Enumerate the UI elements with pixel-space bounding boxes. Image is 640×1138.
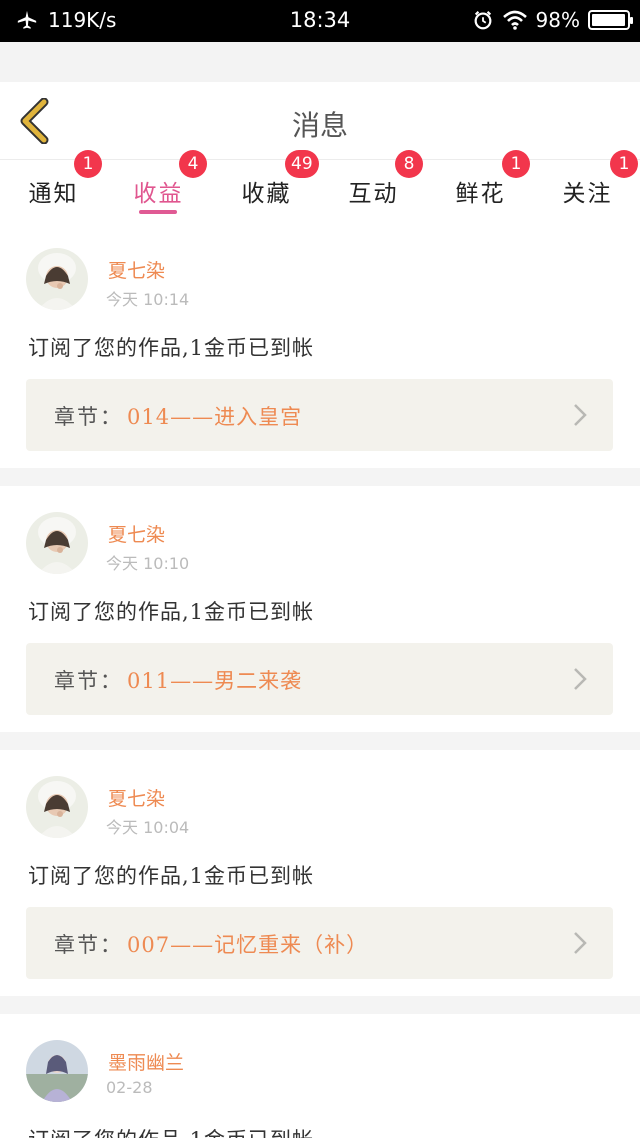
battery-percent: 98% bbox=[535, 8, 580, 32]
chapter-link[interactable]: 章节： 007——记忆重来（补） bbox=[26, 907, 613, 979]
avatar[interactable] bbox=[26, 1040, 88, 1102]
tab-label: 通知 bbox=[28, 181, 79, 207]
user-name[interactable]: 夏七染 bbox=[108, 520, 165, 547]
tab-notice[interactable]: 通知 1 bbox=[0, 150, 107, 230]
chapter-title: 011——男二来袭 bbox=[127, 669, 303, 693]
tab-label: 收藏 bbox=[241, 181, 292, 207]
count-badge: 1 bbox=[502, 150, 530, 178]
tab-label: 关注 bbox=[562, 181, 613, 207]
avatar[interactable] bbox=[26, 776, 88, 838]
tab-follow[interactable]: 关注 1 bbox=[534, 150, 640, 230]
message-text: 订阅了您的作品,1金币已到帐 bbox=[28, 1124, 314, 1138]
message-card: 夏七染 今天 10:14 订阅了您的作品,1金币已到帐 章节： 014——进入皇… bbox=[0, 230, 640, 468]
user-name[interactable]: 夏七染 bbox=[108, 256, 165, 283]
count-badge: 1 bbox=[610, 150, 638, 178]
chapter-prefix: 章节： bbox=[54, 933, 123, 957]
tab-favorites[interactable]: 收藏 49 bbox=[213, 150, 320, 230]
message-text: 订阅了您的作品,1金币已到帐 bbox=[28, 336, 315, 360]
status-bar: 119K/s 18:34 98% bbox=[0, 0, 640, 42]
top-strip bbox=[0, 42, 640, 82]
alarm-icon bbox=[474, 10, 491, 30]
timestamp: 02-28 bbox=[106, 1078, 153, 1097]
tab-bar: 通知 1 收益 4 收藏 49 互动 8 鲜花 1 关注 1 bbox=[0, 150, 640, 230]
timestamp: 今天 10:10 bbox=[106, 554, 190, 573]
tab-label: 收益 bbox=[133, 181, 184, 207]
chapter-link[interactable]: 章节： 014——进入皇宫 bbox=[26, 379, 613, 451]
timestamp: 今天 10:14 bbox=[106, 290, 190, 309]
count-badge: 8 bbox=[395, 150, 423, 178]
avatar[interactable] bbox=[26, 248, 88, 310]
tab-flowers[interactable]: 鲜花 1 bbox=[427, 150, 534, 230]
chapter-prefix: 章节： bbox=[54, 405, 123, 429]
tab-label: 互动 bbox=[348, 181, 399, 207]
user-name[interactable]: 夏七染 bbox=[108, 784, 165, 811]
chapter-link[interactable]: 章节： 011——男二来袭 bbox=[26, 643, 613, 715]
battery-icon bbox=[588, 10, 633, 30]
chapter-title: 007——记忆重来（补） bbox=[127, 933, 369, 957]
active-tab-indicator bbox=[139, 210, 177, 214]
tab-earnings[interactable]: 收益 4 bbox=[105, 150, 212, 230]
avatar[interactable] bbox=[26, 512, 88, 574]
count-badge: 1 bbox=[74, 150, 102, 178]
chevron-right-icon bbox=[574, 404, 587, 426]
user-name[interactable]: 墨雨幽兰 bbox=[108, 1048, 184, 1075]
chapter-title: 014——进入皇宫 bbox=[127, 405, 303, 429]
tab-interaction[interactable]: 互动 8 bbox=[320, 150, 427, 230]
wifi-icon bbox=[502, 10, 527, 30]
message-card: 夏七染 今天 10:04 订阅了您的作品,1金币已到帐 章节： 007——记忆重… bbox=[0, 750, 640, 996]
message-card: 夏七染 今天 10:10 订阅了您的作品,1金币已到帐 章节： 011——男二来… bbox=[0, 486, 640, 732]
header: 消息 bbox=[0, 82, 640, 160]
chevron-right-icon bbox=[574, 932, 587, 954]
tab-label: 鲜花 bbox=[455, 181, 506, 207]
timestamp: 今天 10:04 bbox=[106, 818, 190, 837]
chapter-prefix: 章节： bbox=[54, 669, 123, 693]
message-text: 订阅了您的作品,1金币已到帐 bbox=[28, 600, 315, 624]
count-badge: 4 bbox=[179, 150, 207, 178]
message-text: 订阅了您的作品,1金币已到帐 bbox=[28, 864, 315, 888]
chevron-right-icon bbox=[574, 668, 587, 690]
count-badge: 49 bbox=[285, 150, 319, 178]
page-title: 消息 bbox=[291, 109, 348, 142]
message-card: 墨雨幽兰 02-28 订阅了您的作品,1金币已到帐 bbox=[0, 1014, 640, 1138]
